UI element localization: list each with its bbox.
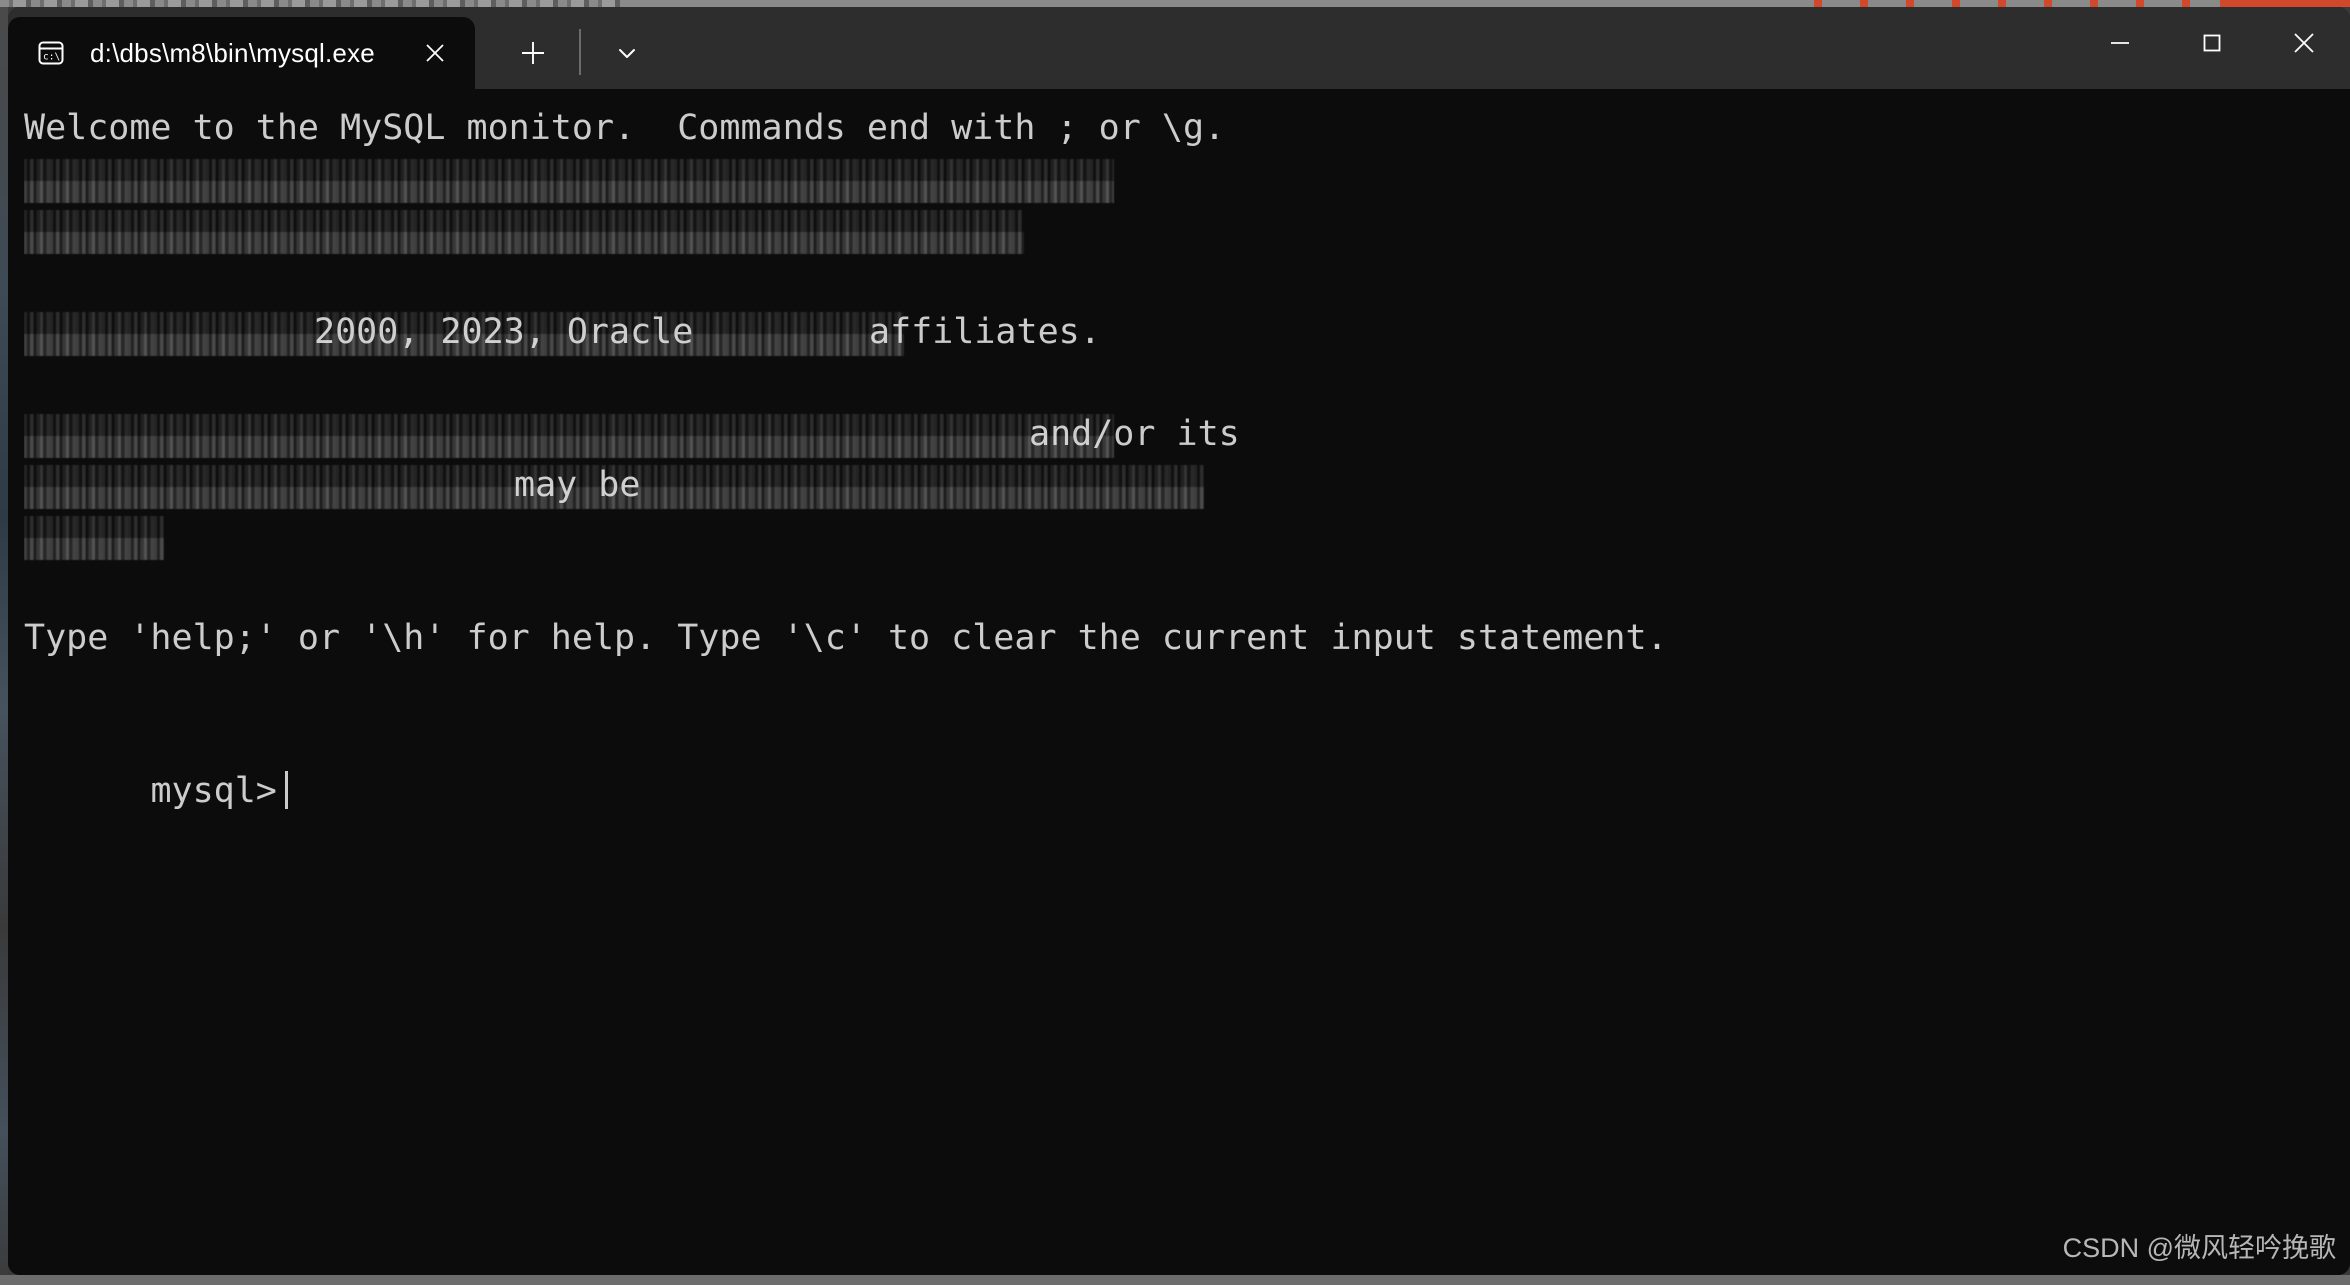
terminal-line-blank-4 bbox=[24, 664, 2350, 715]
terminal-line-blank-2 bbox=[24, 358, 2350, 409]
terminal-prompt-line[interactable]: mysql> bbox=[24, 715, 2350, 811]
tab-strip: c:\ d:\dbs\m8\bin\mysql.exe bbox=[8, 7, 2074, 89]
console-cmd-icon: c:\ bbox=[34, 36, 68, 70]
background-window-bottom-strip bbox=[0, 1275, 2350, 1285]
background-window-left-strip bbox=[0, 7, 8, 1285]
terminal-line-help-hint: Type 'help;' or '\h' for help. Type '\c'… bbox=[24, 618, 1668, 658]
redacted-block bbox=[24, 414, 1114, 458]
background-window-top-strip bbox=[0, 0, 2350, 7]
terminal-lines: Welcome to the MySQL monitor. Commands e… bbox=[24, 103, 2350, 715]
redacted-block bbox=[24, 210, 1024, 254]
terminal-line-blank-3 bbox=[24, 562, 2350, 613]
terminal-line-copyright: 2000, 2023, Oracle affiliates. bbox=[24, 307, 2350, 358]
terminal-output-area[interactable]: Welcome to the MySQL monitor. Commands e… bbox=[8, 89, 2350, 1275]
background-strip-noise bbox=[0, 0, 620, 7]
terminal-line-trademark-1: and/or its bbox=[24, 409, 2350, 460]
terminal-line-server-version bbox=[24, 205, 2350, 256]
tab-title: d:\dbs\m8\bin\mysql.exe bbox=[90, 37, 375, 68]
tab-mysql-exe[interactable]: c:\ d:\dbs\m8\bin\mysql.exe bbox=[8, 17, 475, 89]
prompt-label: mysql> bbox=[150, 771, 277, 811]
terminal-window: c:\ d:\dbs\m8\bin\mysql.exe Welcome to t… bbox=[8, 7, 2350, 1275]
terminal-line-blank-1 bbox=[24, 256, 2350, 307]
terminal-line-welcome: Welcome to the MySQL monitor. Commands e… bbox=[24, 108, 1226, 148]
redacted-block bbox=[24, 159, 1114, 203]
background-strip-accent bbox=[2220, 0, 2350, 7]
new-tab-button[interactable] bbox=[505, 25, 561, 81]
redacted-visible-fragment: affiliates. bbox=[869, 312, 1101, 352]
redacted-visible-fragment: 2000, 2023, Oracle bbox=[314, 312, 694, 352]
text-cursor bbox=[284, 771, 288, 809]
tab-bar-divider bbox=[578, 29, 581, 75]
chevron-down-icon[interactable] bbox=[599, 25, 655, 81]
terminal-line-trademark-3 bbox=[24, 511, 2350, 562]
window-controls bbox=[2074, 7, 2350, 89]
background-strip-accent-pattern bbox=[1800, 0, 2220, 7]
terminal-line-trademark-2: may be bbox=[24, 460, 2350, 511]
redacted-block bbox=[24, 516, 164, 560]
close-button[interactable] bbox=[2258, 7, 2350, 79]
watermark: CSDN @微风轻吟挽歌 bbox=[2062, 1233, 2336, 1263]
redacted-visible-fragment: may be bbox=[514, 465, 641, 505]
tab-close-icon[interactable] bbox=[409, 27, 461, 79]
minimize-button[interactable] bbox=[2074, 7, 2166, 79]
terminal-line-connection-id bbox=[24, 154, 2350, 205]
redacted-visible-fragment: and/or its bbox=[1029, 414, 1240, 454]
svg-text:c:\: c:\ bbox=[43, 52, 60, 63]
title-bar[interactable]: c:\ d:\dbs\m8\bin\mysql.exe bbox=[8, 7, 2350, 89]
maximize-button[interactable] bbox=[2166, 7, 2258, 79]
